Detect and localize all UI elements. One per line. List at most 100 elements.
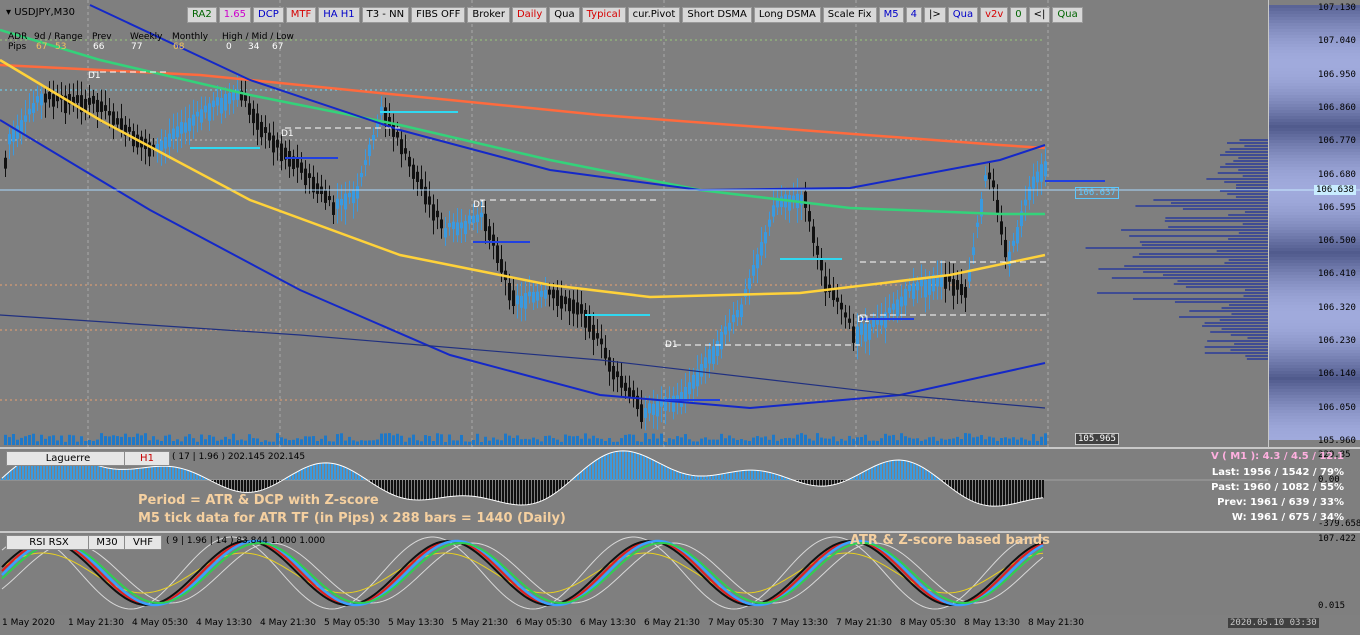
d1-label: D1 (857, 315, 870, 325)
volume-bar (664, 441, 667, 445)
price-axis[interactable] (1268, 0, 1360, 447)
toolbar-button-10[interactable]: Typical (581, 7, 626, 23)
profile-row (1269, 395, 1360, 398)
toolbar-button-8[interactable]: Daily (511, 7, 548, 23)
candle-body (352, 190, 355, 204)
candle-body (460, 222, 463, 229)
toolbar-button-17[interactable]: |> (923, 7, 946, 23)
volume-bar (480, 441, 483, 445)
volume-bar (564, 434, 567, 445)
candle-body (700, 363, 703, 377)
profile-row (1269, 221, 1360, 224)
volume-bar (668, 438, 671, 445)
toolbar-button-6[interactable]: FIBS OFF (411, 7, 466, 23)
candle-body (604, 347, 607, 359)
volume-bar (40, 434, 43, 445)
volume-profile (1269, 5, 1360, 440)
toolbar-button-16[interactable]: 4 (905, 7, 922, 23)
price-axis-tick: 107.040 (1318, 36, 1356, 47)
candle-body (536, 291, 539, 301)
candle-body (972, 247, 975, 256)
toolbar-button-18[interactable]: Qua (947, 7, 979, 23)
volume-bar (476, 433, 479, 445)
toolbar-button-21[interactable]: <| (1028, 7, 1051, 23)
candle-body (548, 289, 551, 295)
dropdown-arrow-icon[interactable]: ▾ (6, 7, 11, 18)
volume-bar (976, 436, 979, 445)
volume-bar (684, 434, 687, 445)
profile-row (1269, 419, 1360, 422)
candle-body (120, 118, 123, 130)
profile-row (1269, 251, 1360, 254)
rsi-tf-button[interactable]: M30 (88, 535, 126, 550)
toolbar-button-9[interactable]: Qua (549, 7, 580, 23)
volume-bar (536, 439, 539, 445)
price-axis-tick: 106.050 (1318, 402, 1356, 413)
volume-bar (716, 439, 719, 445)
volume-bar (16, 439, 19, 445)
volume-bar (288, 440, 291, 445)
volume-bar (648, 439, 651, 445)
toolbar-button-14[interactable]: Scale Fix (822, 7, 877, 23)
toolbar-button-4[interactable]: HA H1 (318, 7, 360, 23)
volume-bar (932, 436, 935, 445)
time-axis-tick: 4 May 13:30 (196, 618, 252, 628)
candle-body (52, 94, 55, 107)
volume-bar (840, 438, 843, 445)
profile-row (1269, 230, 1360, 233)
profile-row (1269, 125, 1360, 128)
candle-body (100, 101, 103, 112)
toolbar-button-7[interactable]: Broker (467, 7, 510, 23)
toolbar-button-20[interactable]: 0 (1010, 7, 1027, 23)
candle-body (396, 132, 399, 138)
volume-bar (728, 435, 731, 445)
candle-body (608, 357, 611, 372)
toolbar-button-15[interactable]: M5 (878, 7, 904, 23)
toolbar-button-1[interactable]: 1.65 (218, 7, 252, 23)
volume-bar (60, 435, 63, 445)
candle-body (520, 295, 523, 308)
candle-body (856, 326, 859, 345)
toolbar-button-22[interactable]: Qua (1052, 7, 1083, 23)
profile-row (1269, 59, 1360, 62)
profile-row (1269, 398, 1360, 401)
volume-bar (988, 436, 991, 445)
laguerre-indicator-pane[interactable]: Laguerre H1 ( 17 | 1.96 ) 202.145 202.14… (0, 449, 1360, 531)
profile-row (1269, 383, 1360, 386)
candle-body (1036, 171, 1039, 183)
candle-body (36, 96, 39, 103)
toolbar-button-0[interactable]: RA2 (187, 7, 217, 23)
laguerre-name-button[interactable]: Laguerre (6, 451, 130, 466)
volume-bar (680, 437, 683, 445)
rsi-vhf-button[interactable]: VHF (124, 535, 162, 550)
toolbar-button-12[interactable]: Short DSMA (682, 7, 752, 23)
toolbar-button-5[interactable]: T3 - NN (361, 7, 410, 23)
price-chart-canvas[interactable] (0, 0, 1268, 447)
toolbar-button-3[interactable]: MTF (285, 7, 317, 23)
candle-body (984, 175, 987, 181)
indicator-toolbar: RA2 1.65 DCP MTF HA H1 T3 - NN FIBS OFF Broker D… (187, 7, 1083, 23)
rsi-name-button[interactable]: RSI RSX (6, 535, 92, 550)
volume-bar (560, 441, 563, 445)
candle-body (616, 371, 619, 378)
toolbar-button-19[interactable]: v2v (980, 7, 1009, 23)
rsi-rsx-indicator-pane[interactable]: RSI RSX M30 VHF ( 9 | 1.96 | 14 ) 83.844… (0, 533, 1360, 615)
price-chart-pane[interactable] (0, 0, 1268, 447)
volume-bar (508, 435, 511, 445)
low-price-tag: 105.965 (1075, 433, 1119, 445)
candle-body (204, 105, 207, 113)
profile-row (1269, 284, 1360, 287)
toolbar-button-13[interactable]: Long DSMA (753, 7, 821, 23)
toolbar-button-11[interactable]: cur.Pivot (627, 7, 681, 23)
toolbar-button-2[interactable]: DCP (253, 7, 284, 23)
laguerre-tf-button[interactable]: H1 (124, 451, 170, 466)
volume-bar (80, 436, 83, 445)
candle-body (252, 108, 255, 124)
ma-green-line (0, 28, 1045, 216)
volume-bar (852, 438, 855, 445)
time-axis[interactable]: 1 May 2020 1 May 21:30 4 May 05:30 4 May 13… (0, 615, 1360, 635)
volume-bar (340, 433, 343, 445)
candle-body (496, 245, 499, 263)
profile-row (1269, 296, 1360, 299)
candle-body (464, 220, 467, 235)
